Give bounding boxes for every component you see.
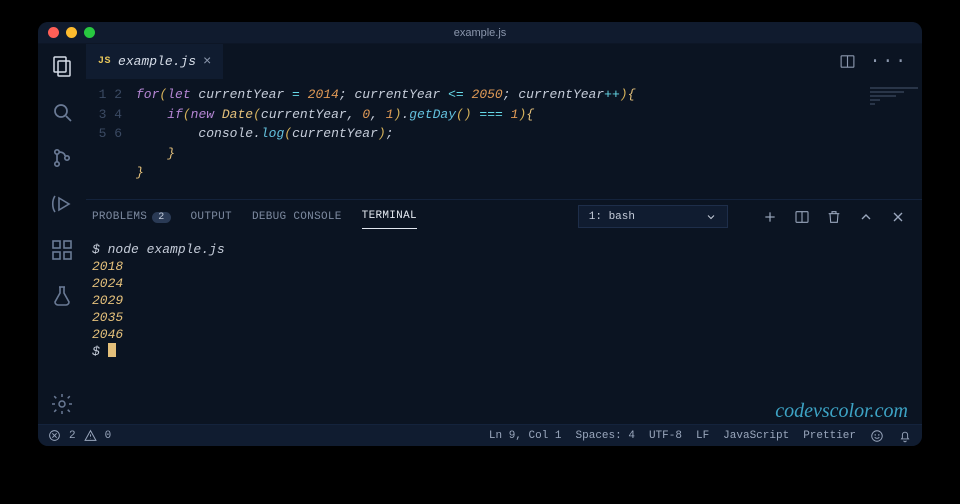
split-editor-icon[interactable] bbox=[839, 53, 856, 70]
tab-example-js[interactable]: JS example.js × bbox=[86, 44, 223, 79]
terminal-output[interactable]: $ node example.js 2018 2024 2029 2035 20… bbox=[86, 233, 922, 424]
source-control-icon[interactable] bbox=[50, 146, 74, 170]
status-eol[interactable]: LF bbox=[696, 430, 709, 442]
main-area: JS example.js × ··· 1 2 3 4 5 6 for(let … bbox=[38, 44, 922, 424]
status-problems[interactable]: 2 0 bbox=[48, 429, 111, 442]
status-encoding[interactable]: UTF-8 bbox=[649, 430, 682, 442]
panel-tabs: PROBLEMS2 OUTPUT DEBUG CONSOLE TERMINAL … bbox=[86, 200, 922, 233]
chevron-down-icon bbox=[705, 211, 717, 223]
split-terminal-icon[interactable] bbox=[794, 209, 810, 225]
debug-icon[interactable] bbox=[50, 192, 74, 216]
feedback-icon[interactable] bbox=[870, 429, 884, 443]
kill-terminal-icon[interactable] bbox=[826, 209, 842, 225]
tab-bar: JS example.js × ··· bbox=[86, 44, 922, 79]
window-title: example.js bbox=[38, 27, 922, 39]
search-icon[interactable] bbox=[50, 100, 74, 124]
tab-close-icon[interactable]: × bbox=[203, 54, 211, 70]
close-panel-icon[interactable] bbox=[890, 209, 906, 225]
panel-tab-problems[interactable]: PROBLEMS2 bbox=[92, 205, 171, 229]
status-formatter[interactable]: Prettier bbox=[803, 430, 856, 442]
explorer-icon[interactable] bbox=[50, 54, 74, 78]
terminal-selector[interactable]: 1: bash bbox=[578, 205, 728, 228]
status-language[interactable]: JavaScript bbox=[723, 430, 789, 442]
tab-actions: ··· bbox=[839, 44, 922, 79]
new-terminal-icon[interactable] bbox=[762, 209, 778, 225]
panel-tab-terminal[interactable]: TERMINAL bbox=[362, 204, 417, 229]
watermark-text: codevscolor.com bbox=[775, 403, 908, 420]
minimap[interactable] bbox=[870, 85, 918, 137]
testing-icon[interactable] bbox=[50, 284, 74, 308]
tab-filename: example.js bbox=[118, 54, 196, 69]
titlebar: example.js bbox=[38, 22, 922, 44]
activity-bar bbox=[38, 44, 86, 424]
error-count-icon bbox=[48, 429, 61, 442]
vscode-window: example.js JS example.js × bbox=[38, 22, 922, 446]
notifications-bell-icon[interactable] bbox=[898, 429, 912, 443]
bottom-panel: PROBLEMS2 OUTPUT DEBUG CONSOLE TERMINAL … bbox=[86, 199, 922, 424]
code-editor[interactable]: 1 2 3 4 5 6 for(let currentYear = 2014; … bbox=[86, 79, 922, 199]
extensions-icon[interactable] bbox=[50, 238, 74, 262]
warning-count-icon bbox=[84, 429, 97, 442]
maximize-panel-icon[interactable] bbox=[858, 209, 874, 225]
tab-lang-badge: JS bbox=[98, 56, 111, 67]
more-actions-icon[interactable]: ··· bbox=[870, 52, 908, 72]
status-cursor-position[interactable]: Ln 9, Col 1 bbox=[489, 430, 562, 442]
status-bar: 2 0 Ln 9, Col 1 Spaces: 4 UTF-8 LF JavaS… bbox=[38, 424, 922, 446]
panel-tab-output[interactable]: OUTPUT bbox=[191, 205, 232, 229]
terminal-selector-label: 1: bash bbox=[589, 211, 635, 223]
terminal-cursor bbox=[108, 343, 116, 357]
status-indent[interactable]: Spaces: 4 bbox=[576, 430, 635, 442]
code-content[interactable]: for(let currentYear = 2014; currentYear … bbox=[136, 79, 922, 199]
panel-tab-debug-console[interactable]: DEBUG CONSOLE bbox=[252, 205, 342, 229]
line-gutter: 1 2 3 4 5 6 bbox=[86, 79, 136, 199]
editor-column: JS example.js × ··· 1 2 3 4 5 6 for(let … bbox=[86, 44, 922, 424]
settings-gear-icon[interactable] bbox=[50, 392, 74, 416]
